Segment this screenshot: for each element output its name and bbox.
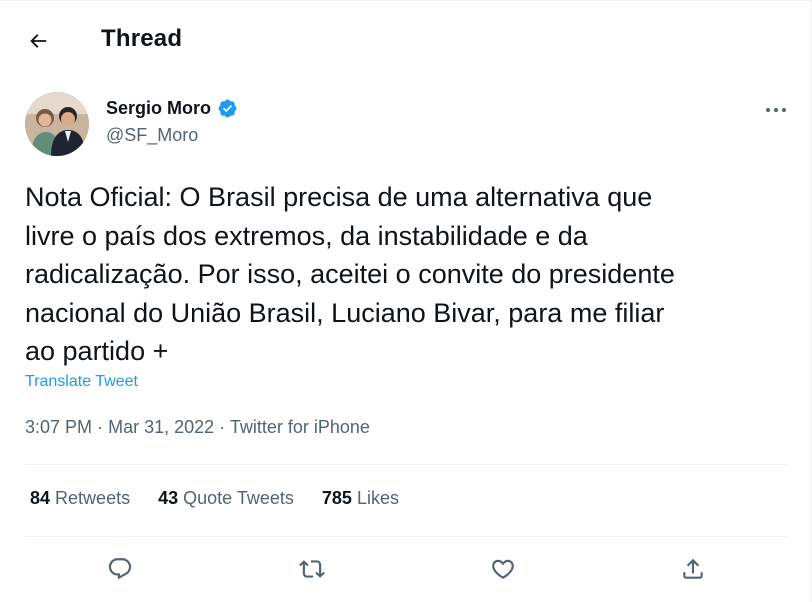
avatar[interactable] — [25, 92, 89, 156]
share-button[interactable] — [677, 553, 709, 585]
tweet-time[interactable]: 3:07 PM — [25, 417, 92, 437]
reply-button[interactable] — [104, 553, 136, 585]
likes-count: 785 — [321, 488, 352, 508]
divider — [25, 464, 789, 465]
retweet-button[interactable] — [296, 553, 328, 585]
back-button[interactable] — [24, 27, 52, 55]
share-icon — [683, 558, 703, 579]
tweet-actions — [0, 551, 812, 591]
retweets-count: 84 — [30, 488, 51, 508]
profile-photo — [25, 92, 89, 156]
arrow-left-icon — [30, 34, 47, 48]
tweet-stats: 84 Retweets 43 Quote Tweets 785 Likes — [30, 488, 399, 509]
reply-icon — [108, 558, 132, 580]
quotes-count: 43 — [158, 488, 179, 508]
separator: · — [97, 417, 104, 437]
quotes-label: Quote Tweets — [183, 488, 294, 508]
verified-badge-icon — [218, 99, 237, 118]
likes-stat[interactable]: 785 Likes — [322, 488, 399, 509]
retweets-stat[interactable]: 84 Retweets — [30, 488, 130, 509]
tweet-date[interactable]: Mar 31, 2022 — [108, 417, 214, 437]
quote-tweets-stat[interactable]: 43 Quote Tweets — [158, 488, 294, 509]
author-name-text: Sergio Moro — [106, 98, 212, 118]
more-options-button[interactable] — [760, 99, 792, 121]
separator: · — [219, 417, 226, 437]
likes-label: Likes — [356, 488, 399, 508]
retweets-label: Retweets — [55, 488, 131, 508]
more-icon — [766, 108, 786, 112]
tweet-metadata: 3:07 PM · Mar 31, 2022 · Twitter for iPh… — [25, 417, 370, 438]
page-title: Thread — [101, 25, 183, 52]
tweet-text: Nota Oficial: O Brasil precisa de uma al… — [25, 182, 675, 366]
retweet-icon — [299, 560, 325, 578]
author-handle[interactable]: @SF_Moro — [106, 125, 198, 146]
translate-tweet-link[interactable]: Translate Tweet — [25, 373, 138, 391]
author-name[interactable]: Sergio Moro — [106, 98, 238, 119]
divider — [25, 536, 789, 537]
tweet-page: Thread Sergio Moro @SF_Moro Nota Oficial… — [0, 0, 812, 602]
header: Thread — [0, 1, 812, 79]
like-icon — [492, 559, 514, 579]
tweet-source[interactable]: Twitter for iPhone — [230, 417, 370, 437]
like-button[interactable] — [487, 553, 519, 585]
